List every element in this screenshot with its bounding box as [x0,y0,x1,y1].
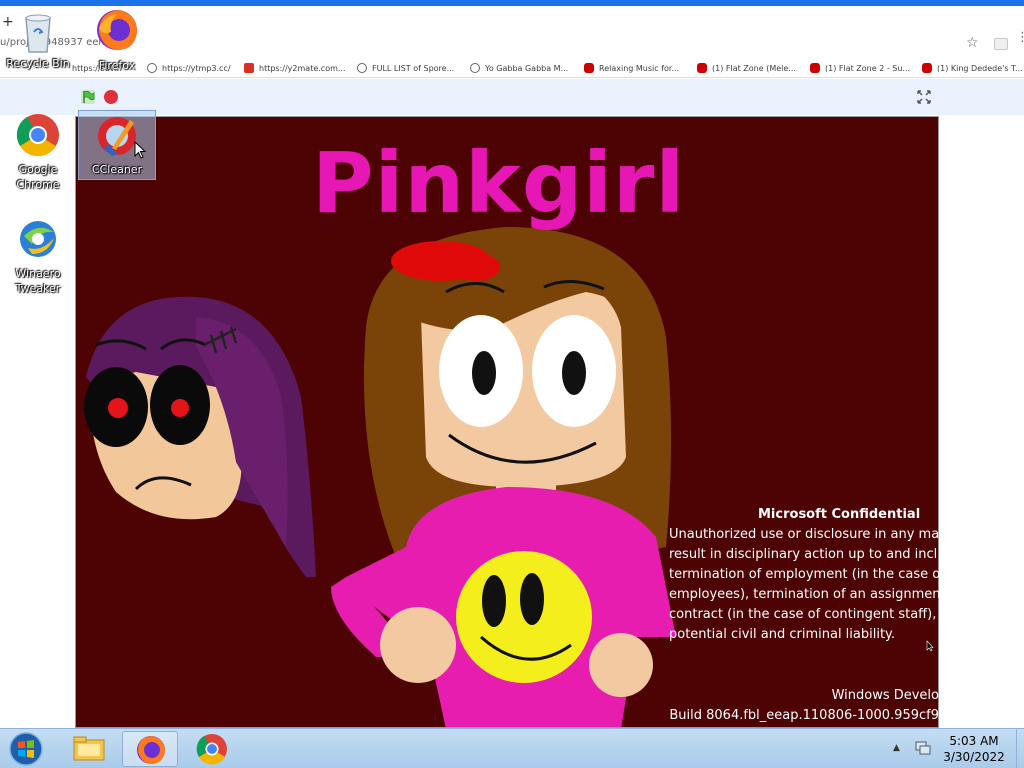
stage-title: Pinkgirl [312,134,686,232]
desktop-icon-winaero[interactable]: Winaero Tweaker [0,218,76,296]
globe-icon [470,63,480,73]
mouse-cursor-icon [134,141,146,159]
bookmark-label: (1) Flat Zone (Mele... [712,63,796,73]
chrome-icon [196,734,227,765]
watermark-line: potential civil and criminal liability. [669,627,896,642]
red-favicon-icon [244,63,254,73]
bookmark-item[interactable]: https://ytmp3.cc/ [147,61,231,75]
screen: + u/proj 53948937 een/ ☆ ⋮ https://sav..… [0,0,1024,768]
page-margin [940,116,1024,728]
watermark-line: result in disciplinary action up to and … [669,547,938,562]
build-watermark: Windows Develo Build 8064.fbl_eeap.11080… [669,686,939,726]
bookmark-label: https://y2mate.com... [259,63,346,73]
mouse-cursor-icon [926,640,934,652]
bookmark-item[interactable]: Relaxing Music for... [584,61,679,75]
icon-label: Google Chrome [16,163,60,191]
youtube-icon [922,63,932,73]
bookmark-label: Yo Gabba Gabba M... [485,63,569,73]
bookmark-item[interactable]: (1) Flat Zone 2 - Su... [810,61,910,75]
bookmark-star-icon[interactable]: ☆ [966,35,979,51]
icon-label: Winaero Tweaker [15,267,61,295]
watermark-line: Unauthorized use or disclosure in any ma [669,527,939,542]
youtube-icon [697,63,707,73]
bookmark-item[interactable]: FULL LIST of Spore... [357,61,454,75]
icon-label: CCleaner [91,163,143,176]
desktop-icon-chrome[interactable]: Google Chrome [0,112,76,192]
recycle-bin-icon [25,14,51,53]
winaero-icon [20,221,56,257]
watermark-line: employees), termination of an assignmen [669,587,939,602]
extension-icon[interactable] [994,38,1008,50]
taskbar: ▲ 5:03 AM 3/30/2022 [0,728,1024,768]
network-icon[interactable] [914,740,932,756]
build-text: Build 8064.fbl_eeap.110806-1000.959cf9 [669,708,939,723]
clock-time: 5:03 AM [949,734,999,748]
chrome-icon [16,114,59,157]
system-clock[interactable]: 5:03 AM 3/30/2022 [936,733,1012,765]
taskbar-chrome-button[interactable] [184,731,240,767]
globe-icon [357,63,367,73]
bookmark-item[interactable]: (1) King Dedede's T... [922,61,1023,75]
bookmark-label: (1) Flat Zone 2 - Su... [825,63,911,73]
bookmark-label: Relaxing Music for... [599,63,680,73]
desktop-icon-firefox[interactable]: Firefox [79,6,155,73]
fullscreen-icon[interactable] [916,89,932,105]
confidential-watermark: Microsoft Confidential Unauthorized use … [669,505,939,645]
icon-label: Firefox [98,59,136,72]
taskbar-explorer-button[interactable] [60,731,116,767]
bookmark-item[interactable]: (1) Flat Zone (Mele... [697,61,796,75]
stop-button[interactable] [104,90,118,104]
show-desktop-button[interactable] [1016,729,1024,768]
youtube-icon [584,63,594,73]
bookmark-label: (1) King Dedede's T... [937,63,1023,73]
firefox-icon [97,10,137,50]
os-name-text: Windows Develo [831,688,939,703]
taskbar-firefox-button[interactable] [122,731,178,767]
clock-date: 3/30/2022 [943,750,1005,764]
folder-icon [73,736,105,761]
icon-label: Recycle Bin [6,57,70,70]
green-flag-icon[interactable] [80,89,96,105]
bookmark-label: https://ytmp3.cc/ [162,63,231,73]
bookmark-label: FULL LIST of Spore... [372,63,455,73]
firefox-icon [137,736,165,764]
watermark-line: termination of employment (in the case o [669,567,939,582]
youtube-icon [810,63,820,73]
watermark-title: Microsoft Confidential [758,507,921,522]
bookmark-item[interactable]: Yo Gabba Gabba M... [470,61,568,75]
desktop-icon-recycle-bin[interactable]: Recycle Bin [0,6,76,71]
menu-dots-icon[interactable]: ⋮ [1016,31,1024,44]
start-button-icon[interactable] [4,731,48,767]
watermark-line: contract (in the case of contingent staf… [669,607,937,622]
tray-expand-icon[interactable]: ▲ [893,743,900,753]
bookmark-item[interactable]: https://y2mate.com... [244,61,346,75]
